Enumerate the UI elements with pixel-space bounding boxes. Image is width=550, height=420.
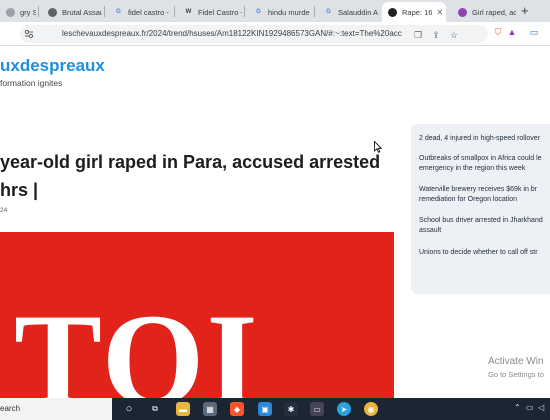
tab-title: Salauddin Ah (338, 7, 378, 17)
chrome-icon[interactable]: ◉ (364, 402, 378, 416)
trending-item-2[interactable]: Outbreaks of smallpox in Africa could le… (419, 154, 550, 174)
store-icon[interactable]: ▦ (203, 402, 217, 416)
headline-line-1: year-old girl raped in Para, accused arr… (0, 152, 381, 172)
tab-title: Fidel Castro - (198, 7, 242, 17)
wikipedia-icon: W (185, 9, 192, 15)
tab-title: gry Saffron (20, 7, 36, 17)
article-headline: year-old girl raped in Para, accused arr… (0, 148, 385, 204)
activate-windows-subtitle: Go to Settings to (488, 370, 544, 379)
browser-toolbar: leschevauxdespreaux.fr/2024/trend/hsuses… (0, 22, 550, 46)
browser-tab[interactable]: G Salauddin Ah (318, 2, 378, 22)
trending-item-5[interactable]: Unions to decide whether to call off str (419, 248, 550, 258)
browser-tab[interactable]: gry Saffron (0, 2, 36, 22)
network-icon[interactable]: ▭ (526, 403, 534, 412)
activate-windows-title: Activate Win (488, 356, 544, 367)
browser-tab[interactable]: Gfidel castro - (108, 2, 172, 22)
generic-page-icon (6, 7, 15, 17)
tab-separator (314, 6, 315, 17)
window-app-icon[interactable]: ▣ (258, 402, 272, 416)
task-view-icon[interactable]: ⧉ (148, 402, 162, 416)
trending-sidebar (411, 124, 550, 294)
tab-title: Brutal Assault (62, 7, 102, 17)
taskbar-search-text: earch (0, 404, 21, 413)
brave-browser-icon[interactable]: ◆ (230, 402, 244, 416)
tab-title: fidel castro - (128, 7, 169, 17)
star-app-icon[interactable]: ✱ (284, 402, 298, 416)
new-tab-button[interactable]: + (521, 3, 529, 18)
browser-tab[interactable]: W Fidel Castro - (178, 2, 242, 22)
brave-rewards-icon[interactable]: ▲ (506, 26, 518, 38)
file-explorer-icon[interactable]: ▬ (176, 402, 190, 416)
tab-separator (38, 6, 39, 17)
terminal-icon[interactable]: ▭ (310, 402, 324, 416)
browser-tab[interactable]: Ghindu murde (248, 2, 312, 22)
article-hero-image: TOI (0, 232, 394, 402)
sidebar-panel-icon[interactable]: ▭ (528, 26, 540, 38)
volume-icon[interactable]: ◁ (538, 403, 544, 412)
cortana-icon[interactable]: ○ (122, 402, 136, 416)
trending-item-4[interactable]: School bus driver arrested in Jharkhand … (419, 216, 550, 236)
globe-icon (48, 7, 57, 17)
google-icon: G (116, 9, 121, 15)
address-bar[interactable]: leschevauxdespreaux.fr/2024/trend/hsuses… (20, 25, 488, 43)
tray-arrow-icon[interactable]: ⌃ (514, 403, 521, 412)
browser-tab[interactable]: Girl raped, ac (452, 2, 516, 22)
copy-icon[interactable]: ❐ (412, 29, 424, 41)
bookmark-star-icon[interactable]: ☆ (448, 29, 460, 41)
google-icon: G (326, 9, 331, 15)
purple-circle-icon (458, 7, 467, 17)
article-date: 24 (0, 207, 8, 214)
tab-title: hindu murde (268, 7, 310, 17)
tab-title: Rape: 16 (402, 7, 433, 17)
telegram-icon[interactable]: ➤ (337, 402, 351, 416)
browser-tab-strip: gry Saffron Brutal Assault Gfidel castro -… (0, 0, 550, 22)
browser-tab[interactable]: Brutal Assault (42, 2, 102, 22)
tab-separator (104, 6, 105, 17)
close-tab-icon[interactable]: ✕ (436, 8, 443, 17)
site-tagline: formation ignites (0, 78, 63, 88)
tab-title: Girl raped, ac (472, 7, 516, 17)
tab-separator (244, 6, 245, 17)
taskbar-search-box[interactable]: earch (0, 398, 112, 420)
trending-item-1[interactable]: 2 dead, 4 injured in high-speed rollover (419, 134, 550, 144)
site-title[interactable]: uxdespreaux (0, 56, 105, 76)
url-text[interactable]: leschevauxdespreaux.fr/2024/trend/hsuses… (62, 29, 402, 38)
trending-item-3[interactable]: Waterville brewery receives $69k in br r… (419, 185, 550, 205)
windows-taskbar: earch ○ ⧉ ▬ ▦ ◆ ▣ ✱ ▭ ➤ ◉ ⌃ ▭ ◁ (0, 398, 550, 420)
mouse-cursor-icon (374, 141, 382, 153)
tab-separator (174, 6, 175, 17)
headline-line-2: hrs | (0, 180, 39, 200)
brave-shield-icon[interactable]: ⛉ (492, 26, 504, 38)
toi-logo: TOI (14, 286, 260, 403)
browser-tab[interactable]: Rape: 16 ✕ (382, 2, 446, 22)
site-icon (388, 7, 397, 17)
site-info-icon[interactable] (24, 29, 34, 39)
google-icon: G (256, 9, 261, 15)
share-icon[interactable]: ⇪ (430, 29, 442, 41)
